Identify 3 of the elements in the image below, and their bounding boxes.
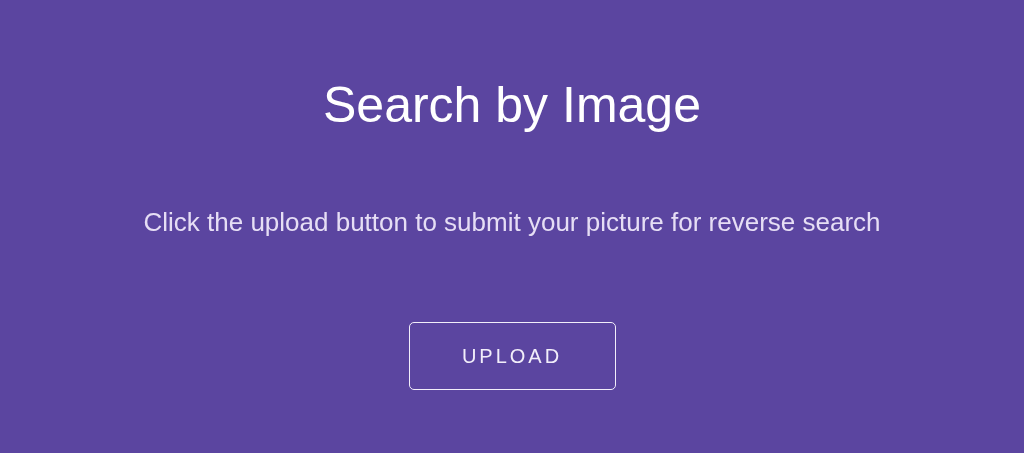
page-title: Search by Image	[323, 76, 701, 135]
upload-button[interactable]: UPLOAD	[408, 322, 616, 390]
instructions-text: Click the upload button to submit your picture for reverse search	[143, 206, 881, 238]
